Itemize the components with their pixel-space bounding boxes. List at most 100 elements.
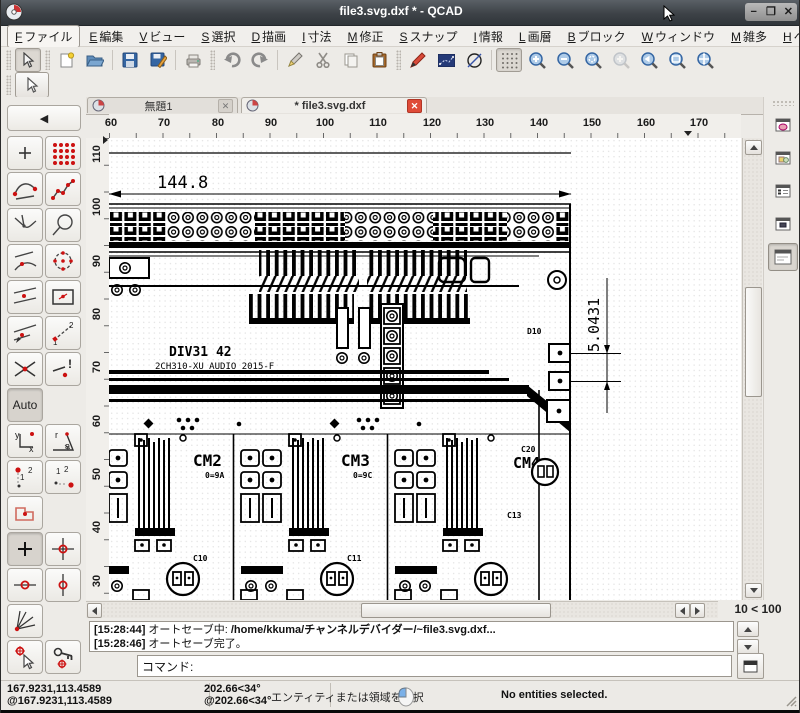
new-file-button[interactable] (54, 48, 80, 72)
menu-misc[interactable]: M雑多 (724, 26, 774, 47)
tangent-tool-button[interactable] (7, 244, 43, 278)
polyline-demo-button[interactable] (433, 48, 459, 72)
grid-snap-button[interactable] (45, 532, 81, 566)
draw-pencil-button[interactable] (405, 48, 431, 72)
vertical-scrollbar[interactable] (742, 138, 762, 600)
circle-2point-tool-button[interactable] (45, 208, 81, 242)
print-preview-button[interactable] (180, 48, 206, 72)
middle-snap-button[interactable] (7, 568, 43, 602)
property-editor-toggle-button[interactable] (768, 111, 798, 139)
toolbar-grip[interactable] (6, 50, 11, 70)
scroll-up-button[interactable] (745, 140, 762, 155)
horizontal-scroll-thumb[interactable] (361, 603, 551, 618)
relative-point-1-button[interactable]: 12 (7, 460, 43, 494)
point-tool-button[interactable] (7, 136, 43, 170)
relative-point-2-button[interactable]: 12 (45, 460, 81, 494)
zoom-out-button[interactable] (552, 48, 578, 72)
maximize-button[interactable]: ❐ (763, 3, 778, 21)
circle-center-tool-button[interactable] (45, 244, 81, 278)
command-panel-button[interactable] (737, 653, 764, 679)
coordinate-xy-button[interactable]: yx (7, 424, 43, 458)
scroll-left-button[interactable] (87, 603, 102, 618)
menu-file[interactable]: Fファイル (7, 25, 80, 48)
offset-tool-button[interactable] (7, 316, 43, 350)
toolbar-grip[interactable] (210, 50, 215, 70)
zoom-previous-button[interactable] (636, 48, 662, 72)
menu-dimension[interactable]: I寸法 (295, 26, 338, 47)
save-as-button[interactable] (145, 48, 171, 72)
grid-toggle-button[interactable] (496, 48, 522, 72)
edit-pen-button[interactable] (282, 48, 308, 72)
close-button[interactable]: ✕ (781, 3, 796, 21)
paste-button[interactable] (366, 48, 392, 72)
menu-block[interactable]: Bブロック (561, 26, 633, 47)
zoom-in-button[interactable] (524, 48, 550, 72)
log-scrollbar[interactable] (737, 621, 759, 652)
scroll-left-step-button[interactable] (675, 603, 690, 618)
spline-tool-button[interactable] (7, 172, 43, 206)
menu-layer[interactable]: L画層 (512, 26, 559, 47)
menu-help[interactable]: Hヘルプ (776, 26, 800, 47)
menu-modify[interactable]: M修正 (341, 26, 391, 47)
lock-relative-zero-button[interactable] (45, 640, 81, 674)
rectangle-tool-button[interactable] (45, 280, 81, 314)
intersection-snap-button[interactable] (7, 352, 43, 386)
resize-grip[interactable] (785, 695, 797, 707)
cut-button[interactable] (310, 48, 336, 72)
save-button[interactable] (117, 48, 143, 72)
auto-zoom-button[interactable] (580, 48, 606, 72)
points-grid-tool-button[interactable] (45, 136, 81, 170)
coordinate-polar-button[interactable]: ra (45, 424, 81, 458)
intersection-manual-snap-button[interactable]: ! (45, 352, 81, 386)
auto-snap-button[interactable]: Auto (7, 388, 43, 422)
endpoint-snap-button[interactable] (45, 568, 81, 602)
log-scroll-up-button[interactable] (737, 621, 759, 637)
dock-grip[interactable] (772, 100, 794, 106)
freehand-tool-button[interactable] (7, 208, 43, 242)
autosave-log[interactable]: [15:28:44] オートセーブ中: /home/kkuma/チャンネルデバイ… (89, 621, 734, 652)
back-menu-button[interactable]: ◀ (7, 105, 81, 131)
scroll-right-step-button[interactable] (690, 603, 705, 618)
free-position-button[interactable] (7, 532, 43, 566)
menu-view[interactable]: Vビュー (132, 26, 192, 47)
two-point-tool-button[interactable]: 12 (45, 316, 81, 350)
zoom-pan-button[interactable] (692, 48, 718, 72)
command-line-toggle-button[interactable] (768, 243, 798, 271)
menu-select[interactable]: S選択 (194, 26, 242, 47)
drawing-canvas[interactable]: 144.8 (109, 138, 741, 600)
menu-snap[interactable]: Sスナップ (393, 26, 465, 47)
restrict-angle-button[interactable] (7, 604, 43, 638)
tab-close-icon[interactable]: ✕ (407, 99, 422, 113)
library-browser-toggle-button[interactable] (768, 144, 798, 172)
scroll-down-button[interactable] (745, 583, 762, 598)
menu-draw[interactable]: D描画 (244, 26, 293, 47)
copy-button[interactable] (338, 48, 364, 72)
no-fill-circle-button[interactable] (461, 48, 487, 72)
tab-file3[interactable]: * file3.svg.dxf ✕ (241, 97, 427, 113)
polyline-tool-button[interactable] (45, 172, 81, 206)
tab-close-icon[interactable]: ✕ (218, 99, 233, 113)
zoom-window-button[interactable] (664, 48, 690, 72)
toolbar-grip[interactable] (6, 75, 11, 95)
parallel-lines-tool-button[interactable] (7, 280, 43, 314)
layer-list-toggle-button[interactable] (768, 177, 798, 205)
redo-button[interactable] (247, 48, 273, 72)
vertical-scroll-thumb[interactable] (745, 287, 762, 397)
undo-button[interactable] (219, 48, 245, 72)
selection-pointer-button[interactable] (15, 72, 49, 98)
tab-untitled[interactable]: 無題1 ✕ (87, 97, 238, 113)
command-line[interactable]: コマンド: (137, 655, 732, 677)
select-pointer-button[interactable] (15, 48, 41, 72)
horizontal-scrollbar[interactable] (86, 601, 718, 618)
reference-shape-button[interactable] (7, 496, 43, 530)
title-bar[interactable]: file3.svg.dxf * - QCAD − ❐ ✕ (1, 0, 800, 26)
minimize-button[interactable]: − (746, 3, 761, 21)
block-list-toggle-button[interactable] (768, 210, 798, 238)
menu-info[interactable]: I情報 (467, 26, 510, 47)
open-file-button[interactable] (82, 48, 108, 72)
zoom-selection-button-disabled[interactable] (608, 48, 634, 72)
menu-window[interactable]: Wウィンドウ (635, 26, 722, 47)
snap-cursor-button[interactable] (7, 640, 43, 674)
toolbar-grip[interactable] (396, 50, 401, 70)
toolbar-grip[interactable] (45, 50, 50, 70)
